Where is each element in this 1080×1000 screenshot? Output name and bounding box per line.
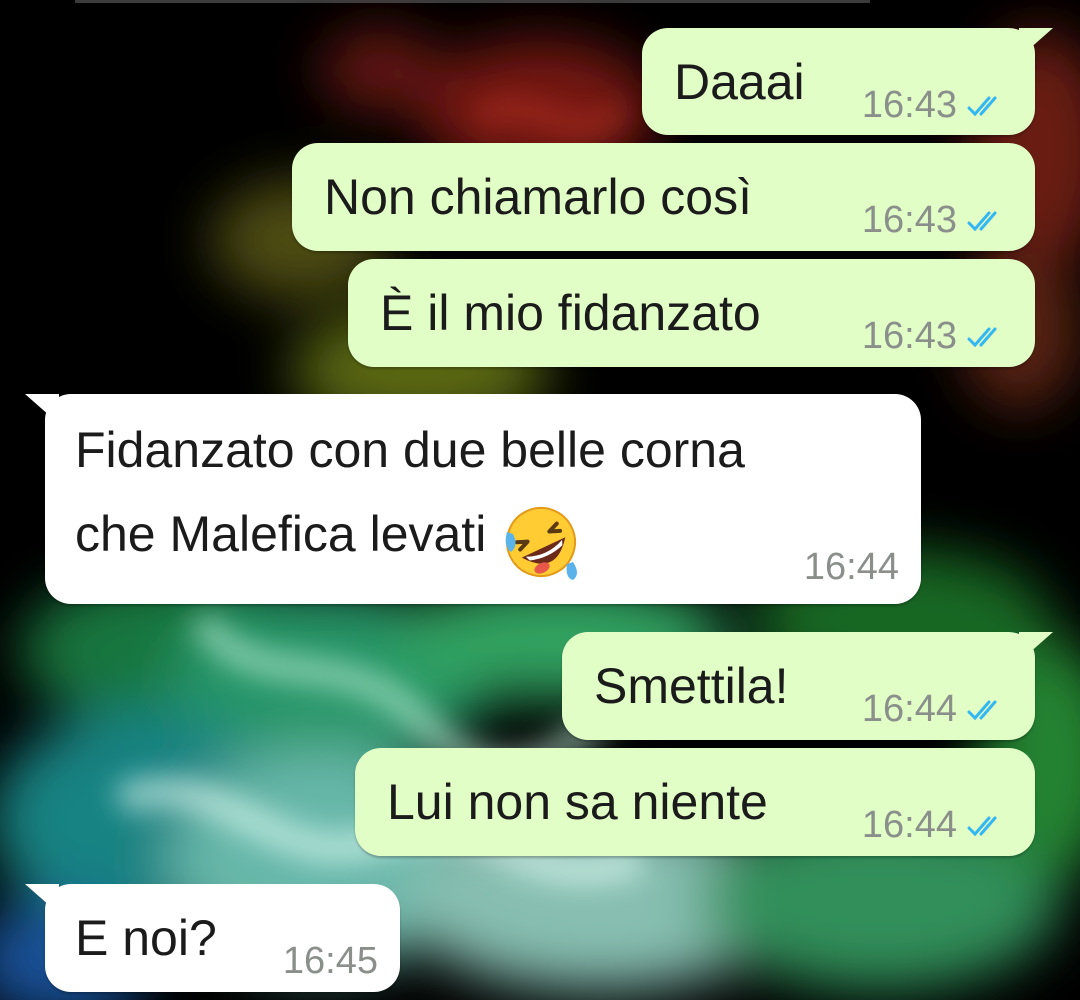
message-text: E noi?	[75, 910, 217, 966]
message-meta: 16:43	[862, 84, 1005, 127]
message-text: Non chiamarlo così	[324, 169, 752, 225]
message-meta: 16:44	[804, 546, 899, 589]
double-check-icon	[967, 327, 997, 347]
message-bubble-outgoing[interactable]: Lui non sa niente 16:44	[355, 748, 1035, 856]
bubble-tail	[25, 884, 59, 914]
message-meta: 16:43	[862, 315, 1005, 358]
message-bubble-incoming[interactable]: E noi? 16:45	[25, 884, 400, 992]
message-meta: 16:44	[862, 804, 1005, 847]
message-bubble-outgoing[interactable]: Daaai 16:43	[642, 28, 1053, 135]
bubble-tail	[1019, 632, 1053, 662]
message-time: 16:43	[861, 315, 957, 357]
bubble-tail	[1019, 28, 1053, 58]
double-check-icon	[967, 700, 997, 720]
message-time: 16:43	[861, 84, 957, 126]
message-bubble-outgoing[interactable]: È il mio fidanzato 16:43	[348, 259, 1035, 367]
top-divider	[75, 0, 870, 3]
message-text: Smettila!	[594, 658, 789, 714]
message-meta: 16:43	[862, 199, 1005, 242]
message-bubble-incoming[interactable]: Fidanzato con due belle corna che Malefi…	[25, 394, 921, 604]
message-meta: 16:45	[283, 940, 378, 983]
message-meta: 16:44	[862, 688, 1005, 731]
rolling-on-floor-laughing-emoji	[505, 506, 577, 580]
message-bubble-outgoing[interactable]: Non chiamarlo così 16:43	[292, 143, 1035, 251]
message-text: Daaai	[674, 54, 805, 110]
message-time: 16:44	[861, 804, 957, 846]
message-time: 16:45	[282, 940, 378, 982]
message-bubble-outgoing[interactable]: Smettila! 16:44	[562, 632, 1053, 740]
message-time: 16:43	[861, 199, 957, 241]
message-text: È il mio fidanzato	[380, 285, 761, 341]
double-check-icon	[967, 211, 997, 231]
double-check-icon	[967, 816, 997, 836]
message-time: 16:44	[861, 688, 957, 730]
message-time: 16:44	[803, 546, 899, 588]
double-check-icon	[967, 96, 997, 116]
message-text-line-2: che Malefica levati	[75, 506, 487, 562]
bubble-tail	[25, 394, 59, 424]
message-line-2: che Malefica levati	[75, 492, 581, 582]
message-text-line-1: Fidanzato con due belle corna	[75, 422, 745, 478]
message-text: Lui non sa niente	[387, 774, 768, 830]
